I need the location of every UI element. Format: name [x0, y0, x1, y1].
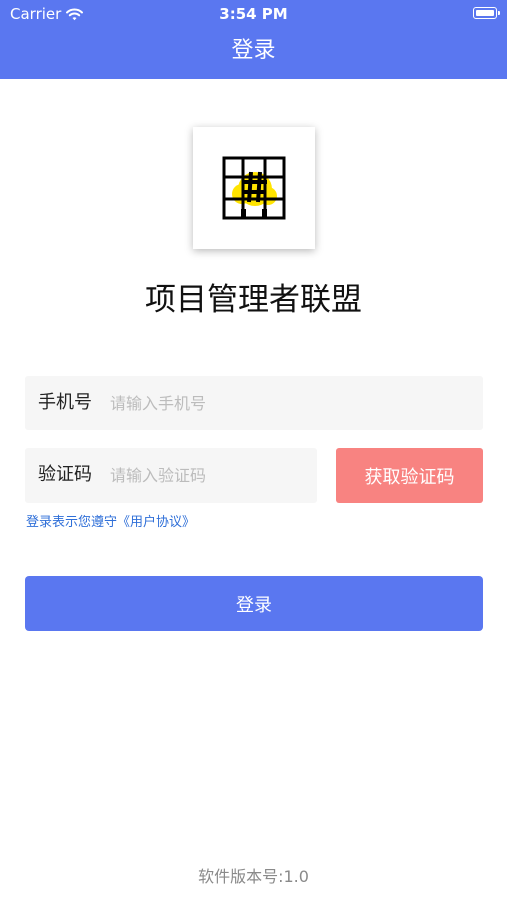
user-agreement-link[interactable]: 登录表示您遵守《用户协议》 — [26, 513, 195, 533]
login-button[interactable]: 登录 — [25, 576, 483, 631]
app-logo-hash-grid-icon — [222, 156, 286, 220]
code-field[interactable]: 验证码 — [25, 448, 317, 503]
status-bar: Carrier 3:54 PM — [0, 0, 507, 28]
code-label: 验证码 — [38, 464, 92, 485]
version-label: 软件版本号:1.0 — [198, 867, 309, 886]
app-name: 项目管理者联盟 — [145, 282, 362, 318]
app-header: Carrier 3:54 PM 登录 — [0, 0, 507, 79]
battery-icon — [473, 7, 500, 19]
phone-input[interactable] — [110, 376, 470, 430]
phone-field[interactable]: 手机号 — [25, 376, 483, 430]
status-time: 3:54 PM — [219, 5, 288, 23]
get-code-button[interactable]: 获取验证码 — [336, 448, 483, 503]
phone-label: 手机号 — [38, 392, 92, 413]
app-logo — [193, 127, 315, 249]
code-input[interactable] — [110, 448, 305, 502]
page-title: 登录 — [231, 38, 276, 63]
